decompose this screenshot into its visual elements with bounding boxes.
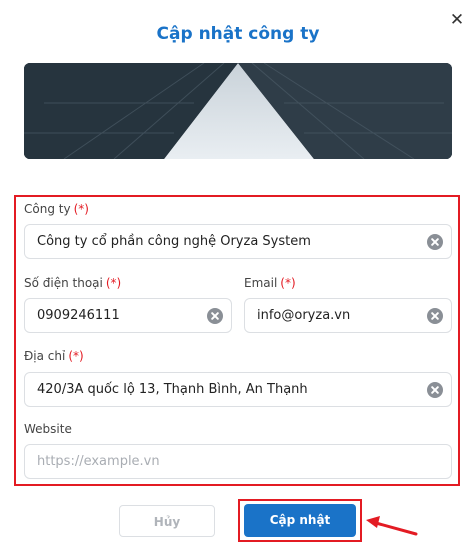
banner-image	[24, 63, 452, 159]
email-field[interactable]: info@oryza.vn	[244, 298, 452, 333]
phone-field[interactable]: 0909246111	[24, 298, 232, 333]
clear-icon[interactable]	[427, 234, 443, 250]
address-field-value: 420/3A quốc lộ 13, Thạnh Bình, An Thạnh	[37, 382, 308, 397]
company-label: Công ty (*)	[24, 202, 89, 216]
required-mark: (*)	[280, 276, 296, 290]
cancel-button[interactable]: Hủy	[119, 505, 215, 537]
phone-label: Số điện thoại (*)	[24, 276, 122, 290]
clear-icon[interactable]	[427, 382, 443, 398]
address-field[interactable]: 420/3A quốc lộ 13, Thạnh Bình, An Thạnh	[24, 372, 452, 407]
address-label: Địa chỉ (*)	[24, 349, 84, 363]
required-mark: (*)	[68, 349, 84, 363]
clear-icon[interactable]	[207, 308, 223, 324]
update-button[interactable]: Cập nhật	[244, 504, 356, 537]
close-icon[interactable]: ✕	[447, 10, 467, 30]
website-field[interactable]: https://example.vn	[24, 444, 452, 479]
required-mark: (*)	[73, 202, 89, 216]
email-label: Email (*)	[244, 276, 296, 290]
website-field-placeholder: https://example.vn	[37, 454, 160, 469]
company-field[interactable]: Công ty cổ phần công nghệ Oryza System	[24, 224, 452, 259]
modal-title: Cập nhật công ty	[156, 24, 320, 44]
required-mark: (*)	[105, 276, 122, 290]
company-field-value: Công ty cổ phần công nghệ Oryza System	[37, 234, 311, 249]
arrow-icon	[366, 516, 418, 536]
clear-icon[interactable]	[427, 308, 443, 324]
website-label: Website	[24, 422, 72, 436]
email-field-value: info@oryza.vn	[257, 308, 351, 323]
phone-field-value: 0909246111	[37, 308, 120, 323]
